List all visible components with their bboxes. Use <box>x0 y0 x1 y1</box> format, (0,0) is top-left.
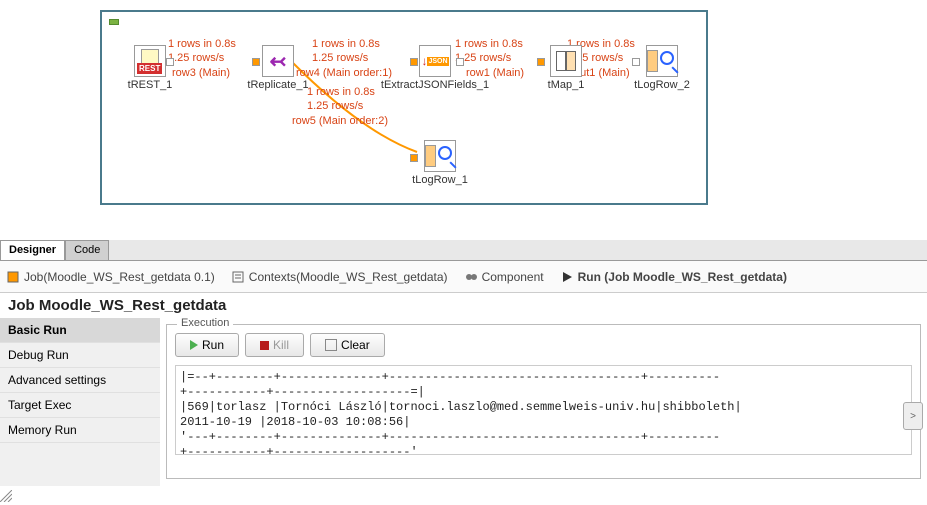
subjob-container[interactable]: 1 rows in 0.8s1.25 rows/s 1 rows in 0.8s… <box>100 10 708 205</box>
console-output[interactable]: |=--+--------+--------------+-----------… <box>175 365 912 455</box>
rest-icon: REST <box>134 45 166 77</box>
json-icon: ↓JSON <box>419 45 451 77</box>
design-canvas[interactable]: 1 rows in 0.8s1.25 rows/s 1 rows in 0.8s… <box>0 0 927 240</box>
stop-icon <box>260 341 269 350</box>
node-tlogrow1[interactable]: tLogRow_1 <box>405 140 475 186</box>
flow-row5: row5 (Main order:2) <box>292 115 388 127</box>
node-trest[interactable]: REST tREST_1 <box>118 45 182 91</box>
resize-handle[interactable] <box>0 490 12 502</box>
run-panel: Basic Run Debug Run Advanced settings Ta… <box>0 318 927 486</box>
job-title: Job Moodle_WS_Rest_getdata <box>0 293 927 318</box>
node-textractjson[interactable]: ↓JSON tExtractJSONFields_1 <box>380 45 490 91</box>
magnifier-icon <box>424 140 456 172</box>
run-icon <box>560 270 574 284</box>
node-tmap[interactable]: tMap_1 <box>534 45 598 91</box>
magnifier-icon <box>646 45 678 77</box>
tab-designer[interactable]: Designer <box>0 240 65 260</box>
tab-code[interactable]: Code <box>65 240 109 260</box>
clear-icon <box>325 339 337 351</box>
view-tab-contexts[interactable]: Contexts(Moodle_WS_Rest_getdata) <box>231 270 448 284</box>
tmap-icon <box>550 45 582 77</box>
view-tabs: Job(Moodle_WS_Rest_getdata 0.1) Contexts… <box>0 261 927 293</box>
job-icon <box>6 270 20 284</box>
play-icon <box>190 340 198 350</box>
stats-row5: 1 rows in 0.8s1.25 rows/s <box>307 85 375 114</box>
collapse-handle[interactable] <box>109 19 119 25</box>
flow-row4: row4 (Main order:1) <box>296 67 392 79</box>
contexts-icon <box>231 270 245 284</box>
sidebar-item-basic-run[interactable]: Basic Run <box>0 318 160 343</box>
execution-legend: Execution <box>177 317 233 329</box>
run-sidebar: Basic Run Debug Run Advanced settings Ta… <box>0 318 160 486</box>
designer-code-tabs: Designer Code <box>0 240 927 261</box>
execution-panel: Execution Run Kill Clear |=--+--------+-… <box>160 318 927 486</box>
view-tab-job[interactable]: Job(Moodle_WS_Rest_getdata 0.1) <box>6 270 215 284</box>
node-tlogrow2[interactable]: tLogRow_2 <box>627 45 697 91</box>
sidebar-item-debug-run[interactable]: Debug Run <box>0 343 160 368</box>
view-tab-component[interactable]: Component <box>464 270 544 284</box>
view-tab-run[interactable]: Run (Job Moodle_WS_Rest_getdata) <box>560 270 787 284</box>
replicate-icon: ↢ <box>262 45 294 77</box>
clear-button[interactable]: Clear <box>310 333 385 357</box>
sidebar-item-advanced[interactable]: Advanced settings <box>0 368 160 393</box>
scroll-right-button[interactable]: > <box>903 402 923 430</box>
sidebar-item-target-exec[interactable]: Target Exec <box>0 393 160 418</box>
sidebar-item-memory-run[interactable]: Memory Run <box>0 418 160 443</box>
run-button[interactable]: Run <box>175 333 239 357</box>
component-icon <box>464 270 478 284</box>
stats-row4: 1 rows in 0.8s1.25 rows/s <box>312 37 380 66</box>
node-treplicate[interactable]: ↢ tReplicate_1 <box>246 45 310 91</box>
kill-button[interactable]: Kill <box>245 333 304 357</box>
